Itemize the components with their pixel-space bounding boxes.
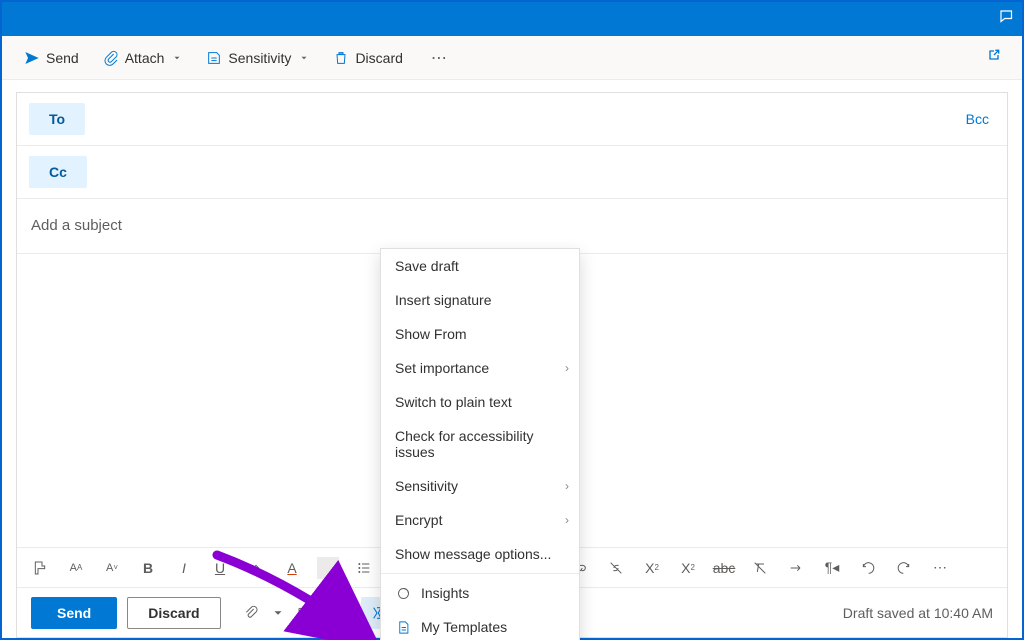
chevron-down-icon: [299, 53, 309, 63]
underline-icon[interactable]: U: [209, 557, 231, 579]
superscript-icon[interactable]: X2: [641, 557, 663, 579]
menu-insights[interactable]: Insights: [381, 576, 579, 610]
emoji-icon[interactable]: 😊: [325, 597, 357, 629]
chevron-right-icon: ›: [565, 513, 569, 527]
attach-button[interactable]: Attach: [93, 44, 193, 72]
menu-switch-plain-text[interactable]: Switch to plain text: [381, 385, 579, 419]
menu-message-options[interactable]: Show message options...: [381, 537, 579, 571]
menu-sensitivity[interactable]: Sensitivity›: [381, 469, 579, 503]
strikethrough-icon[interactable]: abc: [713, 557, 735, 579]
templates-icon: [395, 619, 411, 635]
compose-toolbar: Send Attach Sensitivity Discard ⋯: [2, 36, 1022, 80]
menu-show-from[interactable]: Show From: [381, 317, 579, 351]
to-button[interactable]: To: [29, 103, 85, 135]
cc-button[interactable]: Cc: [29, 156, 87, 188]
draft-status: Draft saved at 10:40 AM: [843, 605, 993, 621]
menu-save-draft[interactable]: Save draft: [381, 249, 579, 283]
discard-button-secondary[interactable]: Discard: [127, 597, 220, 629]
sensitivity-button[interactable]: Sensitivity: [196, 44, 319, 72]
send-label: Send: [46, 50, 79, 66]
chevron-down-icon: [172, 53, 182, 63]
font-size-increase-icon[interactable]: AA: [65, 557, 87, 579]
cc-input[interactable]: [97, 164, 995, 180]
compose-area: To Bcc Cc AA A˅ B I U A: [2, 80, 1022, 638]
popout-button[interactable]: [978, 41, 1010, 74]
menu-set-importance[interactable]: Set importance›: [381, 351, 579, 385]
subject-row: [17, 199, 1007, 254]
bullets-icon[interactable]: [353, 557, 375, 579]
attach-chevron[interactable]: [271, 597, 285, 629]
toolbar-more-button[interactable]: ⋯: [423, 42, 455, 74]
attach-label: Attach: [125, 50, 165, 66]
undo-icon[interactable]: [857, 557, 879, 579]
image-icon[interactable]: [289, 597, 321, 629]
italic-icon[interactable]: I: [173, 557, 195, 579]
discard-button[interactable]: Discard: [323, 44, 412, 72]
subscript-icon[interactable]: X2: [677, 557, 699, 579]
outlook-compose-window: Send Attach Sensitivity Discard ⋯ To Bcc: [0, 0, 1024, 640]
more-options-menu: Save draft Insert signature Show From Se…: [380, 248, 580, 640]
font-color-icon[interactable]: A: [281, 557, 303, 579]
menu-insert-signature[interactable]: Insert signature: [381, 283, 579, 317]
paragraph-mark-icon[interactable]: ¶◂: [821, 557, 843, 579]
chevron-right-icon: ›: [565, 479, 569, 493]
bold-icon[interactable]: B: [137, 557, 159, 579]
ltr-icon[interactable]: [785, 557, 807, 579]
send-button-primary[interactable]: Send: [31, 597, 117, 629]
discard-label: Discard: [355, 50, 402, 66]
cc-row: Cc: [17, 146, 1007, 199]
to-input[interactable]: [95, 111, 950, 127]
more-formatting-icon[interactable]: ⋯: [929, 557, 951, 579]
send-button[interactable]: Send: [14, 44, 89, 72]
insights-icon: [395, 585, 411, 601]
separator: [317, 557, 339, 579]
redo-icon[interactable]: [893, 557, 915, 579]
highlight-icon[interactable]: [245, 557, 267, 579]
unlink-icon[interactable]: [605, 557, 627, 579]
sensitivity-label: Sensitivity: [228, 50, 291, 66]
font-size-decrease-icon[interactable]: A˅: [101, 557, 123, 579]
clear-formatting-icon[interactable]: [749, 557, 771, 579]
menu-separator: [381, 573, 579, 574]
feedback-icon[interactable]: [998, 8, 1016, 31]
menu-encrypt[interactable]: Encrypt›: [381, 503, 579, 537]
menu-accessibility[interactable]: Check for accessibility issues: [381, 419, 579, 469]
format-painter-icon[interactable]: [29, 557, 51, 579]
attach-icon[interactable]: [235, 597, 267, 629]
titlebar: [2, 2, 1022, 36]
menu-my-templates[interactable]: My Templates: [381, 610, 579, 640]
bcc-button[interactable]: Bcc: [960, 107, 995, 131]
chevron-right-icon: ›: [565, 361, 569, 375]
to-row: To Bcc: [17, 93, 1007, 146]
subject-input[interactable]: [31, 217, 993, 234]
